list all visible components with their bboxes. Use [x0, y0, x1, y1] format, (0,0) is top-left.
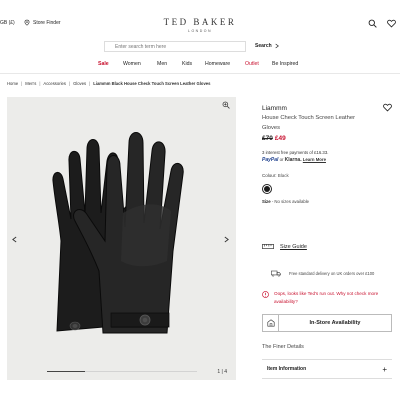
breadcrumb-separator: | [39, 81, 41, 86]
gallery-next-button[interactable] [224, 235, 229, 246]
nav-item-outlet[interactable]: Outlet [245, 61, 259, 67]
breadcrumb-mens[interactable]: Men's [25, 81, 36, 86]
colour-line: Colour: Black [262, 173, 392, 178]
store-icon-box [263, 315, 279, 331]
delivery-text: Free standard delivery on UK orders over… [289, 271, 375, 276]
brand-logo[interactable]: TED BAKER LONDON [150, 17, 250, 33]
store-finder-link[interactable]: Store Finder [24, 19, 61, 26]
search-row: Search [0, 41, 400, 53]
item-information-accordion[interactable]: Item Information + [262, 359, 392, 379]
breadcrumb-home[interactable]: Home [7, 81, 18, 86]
nav-item-sale[interactable]: Sale [98, 61, 109, 67]
gallery-progress-fill [47, 371, 85, 372]
size-value: - No sizes available [271, 199, 310, 204]
paypal-logo: PayPal [262, 157, 279, 163]
finer-details-heading: The Finer Details [262, 344, 304, 350]
search-icon[interactable] [368, 19, 377, 28]
breadcrumb-gloves[interactable]: Gloves [73, 81, 86, 86]
delivery-info: Free standard delivery on UK orders over… [271, 270, 374, 277]
price: £70 £49 [262, 135, 392, 142]
region-label: GB (£) [0, 20, 15, 26]
nav-item-homeware[interactable]: Homeware [205, 61, 230, 67]
gallery-prev-button[interactable] [12, 235, 17, 246]
colour-value: Black [277, 173, 289, 178]
sale-price: £49 [274, 135, 286, 142]
region-selector[interactable]: GB (£) [0, 20, 15, 26]
out-of-stock-text[interactable]: Oops, looks like Ted's run out. Why not … [274, 290, 392, 305]
plus-icon: + [382, 364, 387, 374]
breadcrumb-separator: | [21, 81, 23, 86]
top-bar: GB (£) Store Finder TED BAKER LONDON [0, 0, 400, 40]
nav-item-women[interactable]: Women [123, 61, 141, 67]
product-image-gloves [52, 132, 184, 334]
breadcrumb-separator: | [68, 81, 71, 86]
size-label: Size [262, 199, 271, 204]
warning-icon [262, 291, 269, 298]
brand-city: LONDON [188, 29, 212, 33]
nav-divider [0, 73, 400, 74]
search-input[interactable] [104, 41, 246, 52]
wishlist-heart-icon[interactable] [383, 103, 392, 112]
size-line: Size - No sizes available [262, 199, 392, 204]
breadcrumb-separator: | [89, 81, 91, 86]
search-button-label: Search [255, 43, 272, 49]
store-icon [266, 319, 275, 327]
learn-more-link[interactable]: Learn More [303, 157, 326, 162]
in-store-availability-label: In-Store Availability [309, 320, 361, 326]
location-pin-icon [24, 19, 30, 26]
breadcrumb-current: Liammm Black House Check Touch Screen Le… [93, 81, 211, 86]
in-store-availability-button[interactable]: In-Store Availability [262, 314, 392, 332]
truck-icon [271, 270, 281, 277]
colour-swatch-black[interactable] [262, 184, 272, 194]
installments-text: 3 interest free payments of £16.33. [262, 150, 329, 155]
product-brand: Liammm [262, 105, 287, 112]
brand-name: TED BAKER [163, 17, 237, 27]
nav-item-men[interactable]: Men [157, 61, 167, 67]
colour-label: Colour: [262, 173, 277, 178]
product-gallery[interactable]: 1 | 4 [7, 97, 236, 380]
chevron-right-icon [224, 236, 229, 243]
gallery-counter: 1 | 4 [217, 369, 227, 375]
store-finder-label: Store Finder [33, 19, 61, 26]
main-nav: Sale Women Men Kids Homeware Outlet Be I… [0, 61, 400, 71]
heart-icon[interactable] [387, 19, 396, 28]
chevron-right-icon [275, 43, 279, 49]
product-name: House Check Touch Screen Leather Gloves [262, 115, 356, 131]
nav-item-be-inspired[interactable]: Be Inspired [272, 61, 298, 67]
gallery-progress-bar [47, 371, 197, 372]
size-guide-link[interactable]: Size Guide [262, 243, 307, 250]
ruler-icon [262, 244, 274, 249]
size-guide-label: Size Guide [280, 243, 307, 250]
nav-item-kids[interactable]: Kids [182, 61, 192, 67]
chevron-left-icon [12, 236, 17, 243]
breadcrumb: Home | Men's | Accessories | Gloves | Li… [7, 81, 210, 86]
klarna-logo: Klarna. [284, 157, 302, 163]
zoom-icon[interactable] [222, 101, 230, 109]
swatch-fill [264, 186, 270, 192]
breadcrumb-accessories[interactable]: Accessories [43, 81, 66, 86]
or-text: or [279, 157, 284, 162]
old-price: £70 [262, 135, 273, 142]
out-of-stock-message: Oops, looks like Ted's run out. Why not … [262, 290, 392, 305]
product-details: Liammm House Check Touch Screen Leather … [262, 97, 392, 204]
payment-options: 3 interest free payments of £16.33. PayP… [262, 149, 392, 164]
item-information-label: Item Information [267, 366, 307, 372]
search-button[interactable]: Search [255, 43, 279, 49]
